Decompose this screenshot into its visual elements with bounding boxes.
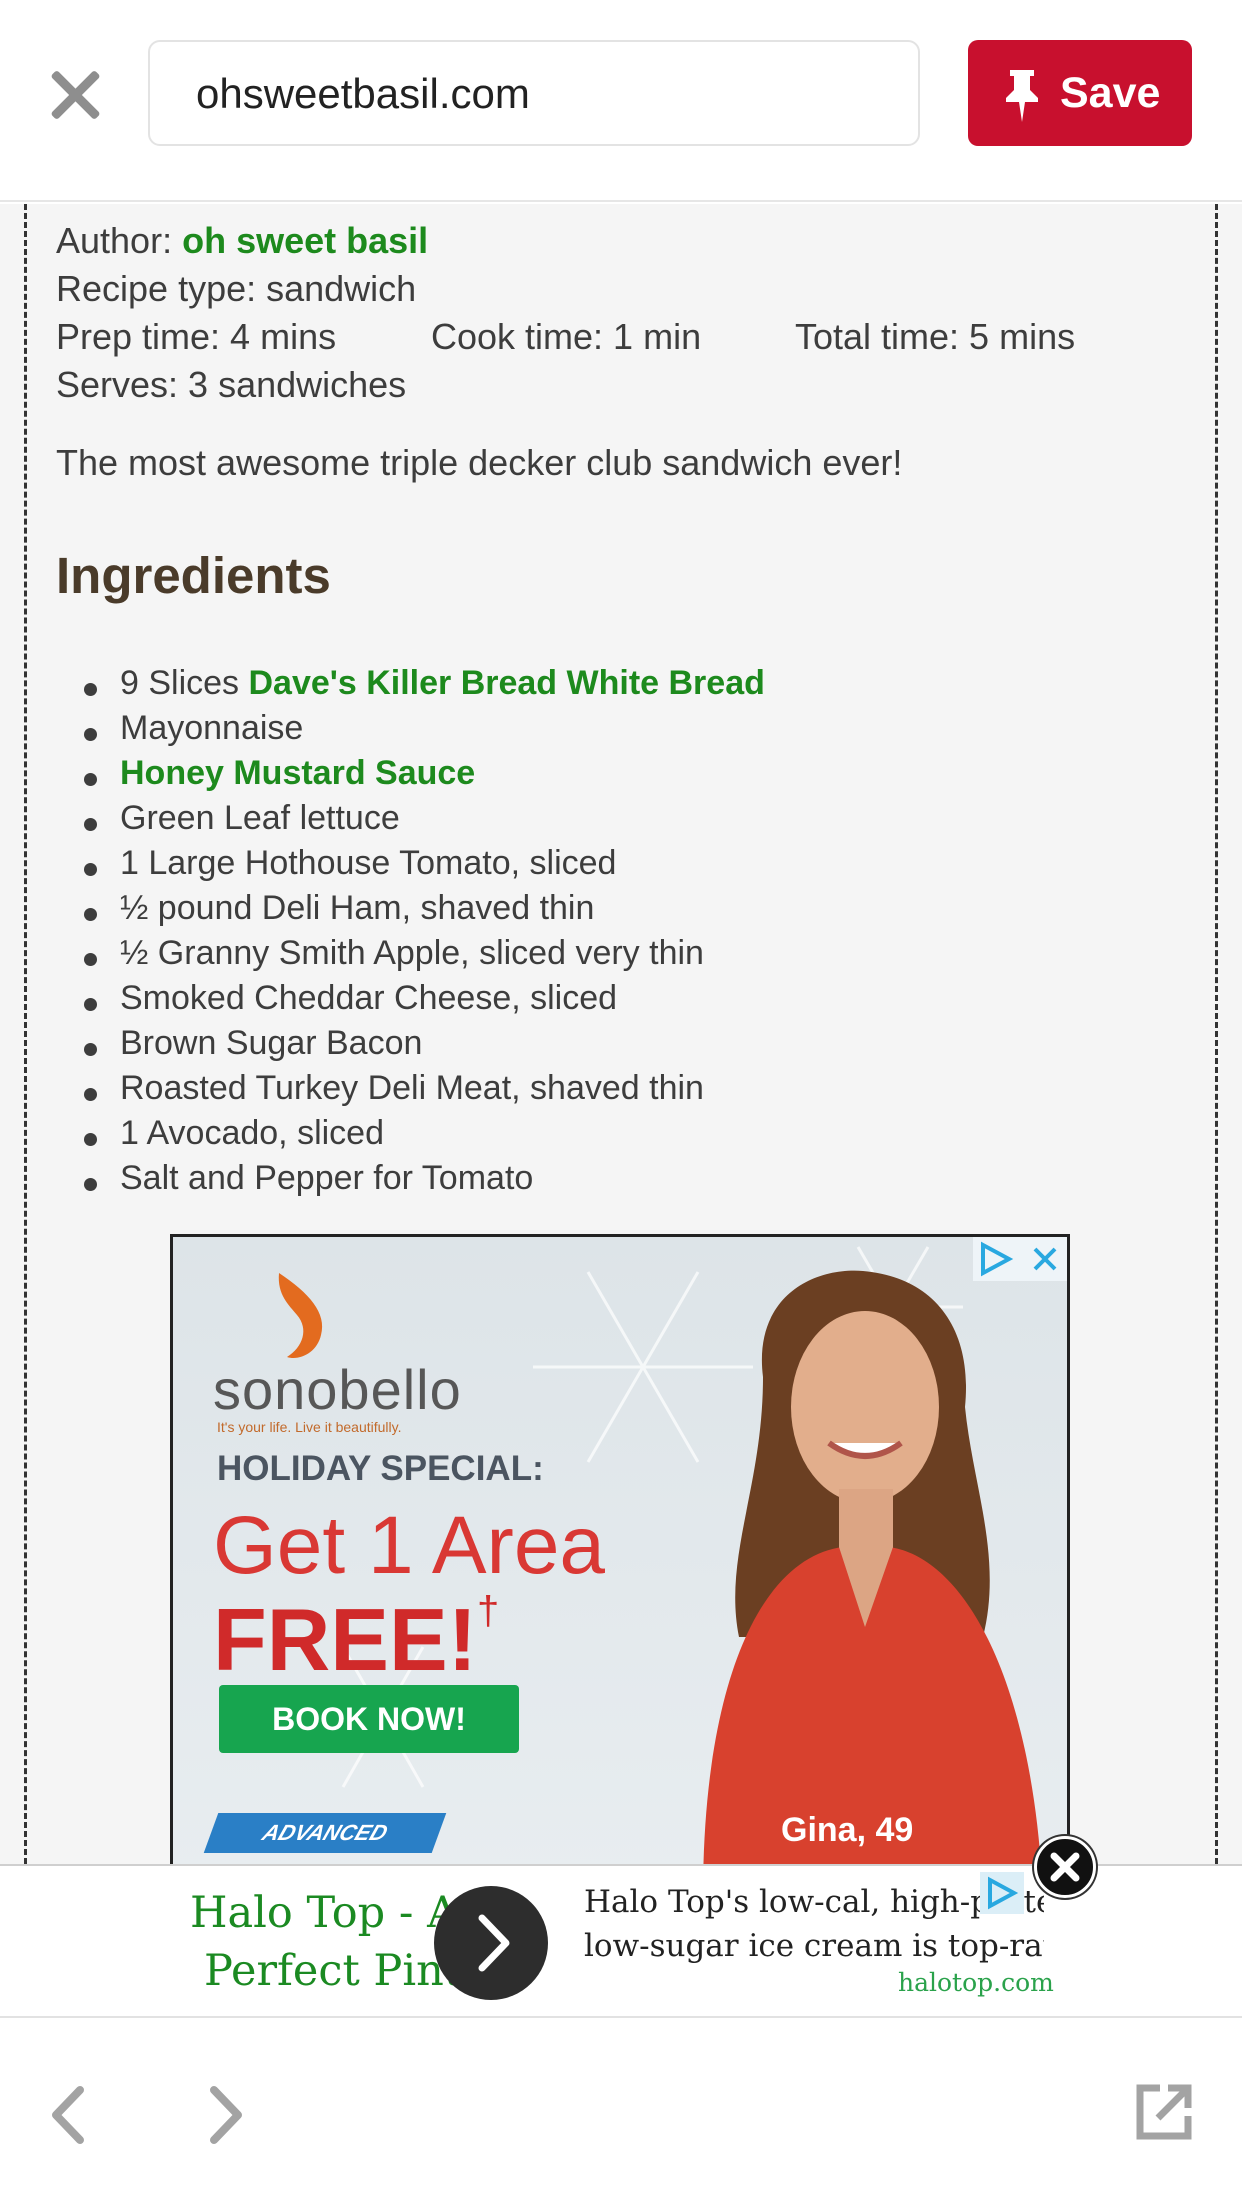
cook-time: Cook time: 1 min xyxy=(431,316,702,357)
ingredient-text: Roasted Turkey Deli Meat, shaved thin xyxy=(120,1069,704,1107)
serves: Serves: 3 sandwiches xyxy=(56,364,407,405)
sticky-ad-title-line1: Halo Top - A xyxy=(190,1888,459,1938)
back-icon[interactable] xyxy=(40,2080,100,2150)
ingredient-text: Green Leaf lettuce xyxy=(120,799,400,837)
ingredient-text: ½ pound Deli Ham, shaved thin xyxy=(120,889,595,927)
list-item: Honey Mustard Sauce xyxy=(84,754,475,793)
list-item: Roasted Turkey Deli Meat, shaved thin xyxy=(84,1069,704,1108)
list-item: 9 Slices Dave's Killer Bread White Bread xyxy=(84,664,765,703)
sticky-ad-title-line2: Perfect Pint xyxy=(204,1946,460,1996)
ad-tagline: It's your life. Live it beautifully. xyxy=(217,1419,402,1435)
sticky-ad-desc-line2: low-sugar ice cream is top-rated! xyxy=(584,1928,1044,1964)
close-icon[interactable] xyxy=(42,62,108,128)
list-item: 1 Large Hothouse Tomato, sliced xyxy=(84,844,616,883)
display-ad[interactable]: sonobello It's your life. Live it beauti… xyxy=(170,1234,1070,1864)
ad-model-image xyxy=(703,1270,1041,1864)
list-item: Green Leaf lettuce xyxy=(84,799,400,838)
save-button[interactable]: Save xyxy=(968,40,1192,146)
ingredient-text: 9 Slices xyxy=(120,664,249,702)
ingredient-text: Brown Sugar Bacon xyxy=(120,1024,423,1062)
ad-caption: Gina, 49 xyxy=(781,1811,914,1849)
recipe-summary: The most awesome triple decker club sand… xyxy=(56,442,903,483)
url-text: ohsweetbasil.com xyxy=(196,70,530,117)
ingredient-text: 1 Large Hothouse Tomato, sliced xyxy=(120,844,617,882)
list-item: Brown Sugar Bacon xyxy=(84,1024,422,1063)
ad-close-icon[interactable] xyxy=(1034,1836,1096,1898)
forward-icon[interactable] xyxy=(194,2080,254,2150)
book-now-button[interactable]: BOOK NOW! xyxy=(219,1685,519,1753)
list-item: Salt and Pepper for Tomato xyxy=(84,1159,533,1198)
pin-icon xyxy=(1006,70,1038,122)
total-time: Total time: 5 mins xyxy=(795,316,1076,357)
ad-free-text: FREE! xyxy=(213,1590,477,1689)
external-link-icon[interactable] xyxy=(1132,2080,1196,2144)
ingredient-link[interactable]: Honey Mustard Sauce xyxy=(120,754,475,792)
ad-advanced-badge: ADVANCED xyxy=(203,1813,447,1853)
ingredient-text: ½ Granny Smith Apple, sliced very thin xyxy=(120,934,704,972)
list-item: Mayonnaise xyxy=(84,709,303,748)
top-bar: ohsweetbasil.com Save xyxy=(0,0,1242,202)
recipe-type: Recipe type: sandwich xyxy=(56,268,417,309)
sticky-ad-description: Halo Top's low-cal, high-protein, low-su… xyxy=(584,1880,1044,1968)
ingredient-text: 1 Avocado, sliced xyxy=(120,1114,384,1152)
ingredient-text: Smoked Cheddar Cheese, sliced xyxy=(120,979,618,1017)
ad-free: FREE!† xyxy=(213,1589,499,1691)
ingredient-text: Mayonnaise xyxy=(120,709,304,747)
sticky-ad-domain[interactable]: halotop.com xyxy=(898,1968,1054,1997)
list-item: 1 Avocado, sliced xyxy=(84,1114,384,1153)
ad-brand: sonobello xyxy=(213,1358,462,1421)
ad-headline: Get 1 Area xyxy=(213,1500,606,1591)
adchoices-icon[interactable] xyxy=(980,1872,1024,1914)
ad-free-mark: † xyxy=(477,1589,500,1633)
ingredients-heading: Ingredients xyxy=(56,547,331,604)
bottom-nav xyxy=(0,2018,1242,2208)
page-content: Author: oh sweet basil Recipe type: sand… xyxy=(0,204,1242,1864)
ad-holiday: HOLIDAY SPECIAL: xyxy=(217,1449,544,1488)
author-line: Author: oh sweet basil xyxy=(56,220,428,262)
ingredient-link[interactable]: Dave's Killer Bread White Bread xyxy=(249,664,765,702)
author-link[interactable]: oh sweet basil xyxy=(182,220,428,261)
ingredient-text: Salt and Pepper for Tomato xyxy=(120,1159,534,1197)
sticky-ad-title[interactable]: Halo Top - A Perfect Pint xyxy=(160,1884,460,2000)
prep-time: Prep time: 4 mins xyxy=(56,316,337,357)
author-label: Author: xyxy=(56,220,173,261)
sticky-ad-desc-line1: Halo Top's low-cal, high-protein, xyxy=(584,1884,1044,1920)
flame-logo-icon xyxy=(278,1273,323,1359)
chevron-right-icon xyxy=(478,1914,510,1972)
list-item: Smoked Cheddar Cheese, sliced xyxy=(84,979,617,1018)
sticky-ad-arrow-button[interactable] xyxy=(434,1886,548,2000)
list-item: ½ pound Deli Ham, shaved thin xyxy=(84,889,594,928)
list-item: ½ Granny Smith Apple, sliced very thin xyxy=(84,934,704,973)
save-label: Save xyxy=(1060,69,1161,117)
url-field[interactable]: ohsweetbasil.com xyxy=(148,40,920,146)
